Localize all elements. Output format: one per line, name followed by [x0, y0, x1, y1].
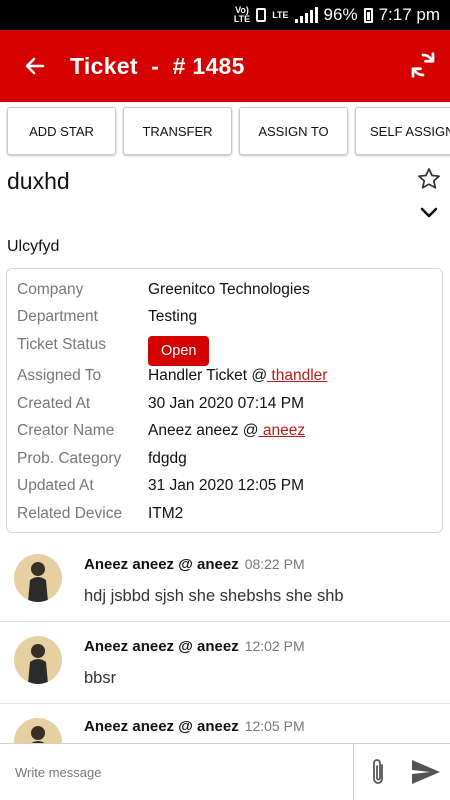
message-time: 12:02 PM	[244, 638, 305, 654]
assigned-handle-link[interactable]: thandler	[267, 367, 327, 384]
page-title: Ticket - # 1485	[70, 52, 245, 79]
detail-label: Assigned To	[17, 367, 102, 384]
message-input[interactable]: Write message	[0, 744, 354, 800]
add-star-button[interactable]: ADD STAR	[7, 107, 116, 155]
detail-label: Prob. Category	[17, 450, 122, 467]
battery-icon	[363, 7, 373, 23]
assigned-name: Handler Ticket @	[148, 367, 268, 384]
signal-icon	[294, 7, 318, 23]
avatar	[14, 554, 62, 602]
detail-row-creator: Creator Name Aneez aneez @ aneez	[17, 422, 437, 440]
paperclip-icon[interactable]	[366, 756, 390, 788]
chevron-down-icon[interactable]	[419, 206, 439, 220]
company-value: Greenitco Technologies	[148, 281, 310, 298]
star-outline-icon[interactable]	[416, 166, 442, 192]
category-value: fdgdg	[148, 450, 187, 467]
arrow-left-icon	[25, 57, 45, 75]
ticket-description: Ulcyfyd	[7, 238, 60, 255]
lte-indicator: LTE	[272, 9, 289, 20]
assign-to-button[interactable]: ASSIGN TO	[239, 107, 348, 155]
detail-label: Updated At	[17, 477, 94, 494]
detail-row-department: Department Testing	[17, 308, 437, 326]
updated-at-value: 31 Jan 2020 12:05 PM	[148, 477, 304, 494]
detail-label: Department	[17, 308, 98, 325]
message-author: Aneez aneez @ aneez 08:22 PM	[84, 556, 305, 573]
status-bar: Vo) LTE LTE 96% 7:17 pm	[0, 0, 450, 30]
message-time: 12:05 PM	[244, 718, 305, 734]
detail-label: Company	[17, 281, 84, 298]
detail-row-device: Related Device ITM2	[17, 505, 437, 523]
detail-row-created-at: Created At 30 Jan 2020 07:14 PM	[17, 395, 437, 413]
ticket-details-card: Company Greenitco Technologies Departmen…	[6, 268, 443, 533]
message-item: Aneez aneez @ aneez 08:22 PM hdj jsbbd sj…	[0, 546, 450, 622]
volte-indicator: Vo) LTE	[233, 5, 251, 24]
message-text: hdj jsbbd sjsh she shebshs she shb	[84, 587, 344, 605]
back-button[interactable]	[0, 30, 70, 102]
ticket-subject: duxhd	[7, 168, 70, 194]
detail-label: Related Device	[17, 505, 123, 522]
detail-label: Creator Name	[17, 422, 115, 439]
battery-percent: 96%	[323, 5, 358, 24]
message-text: bbsr	[84, 669, 117, 687]
message-time: 08:22 PM	[244, 556, 305, 572]
message-author: Aneez aneez @ aneez 12:05 PM	[84, 718, 305, 735]
creator-handle-link[interactable]: aneez	[259, 422, 305, 439]
avatar	[14, 636, 62, 684]
detail-row-company: Company Greenitco Technologies	[17, 281, 437, 299]
clock: 7:17 pm	[378, 5, 440, 24]
detail-label: Created At	[17, 395, 91, 412]
created-at-value: 30 Jan 2020 07:14 PM	[148, 395, 304, 412]
self-assign-button[interactable]: SELF ASSIGN	[355, 107, 450, 155]
app-bar: Ticket - # 1485	[0, 30, 450, 102]
action-bar: ADD STAR TRANSFER ASSIGN TO SELF ASSIGN	[0, 105, 450, 159]
detail-row-category: Prob. Category fdgdg	[17, 450, 437, 468]
message-composer: Write message	[0, 743, 450, 800]
detail-row-updated-at: Updated At 31 Jan 2020 12:05 PM	[17, 477, 437, 495]
detail-row-assigned: Assigned To Handler Ticket @ thandler	[17, 367, 437, 385]
department-value: Testing	[148, 308, 198, 325]
device-link[interactable]: ITM2	[148, 505, 183, 523]
transfer-button[interactable]: TRANSFER	[123, 107, 232, 155]
message-author: Aneez aneez @ aneez 12:02 PM	[84, 638, 305, 655]
status-badge: Open	[148, 336, 210, 366]
divider	[0, 703, 450, 704]
creator-name: Aneez aneez @	[148, 422, 259, 439]
detail-label: Ticket Status	[17, 336, 107, 353]
refresh-icon[interactable]	[408, 50, 438, 80]
sim-icon	[256, 8, 267, 22]
divider	[0, 621, 450, 622]
message-item: Aneez aneez @ aneez 12:02 PM bbsr	[0, 628, 450, 704]
detail-row-status: Ticket Status Open	[17, 336, 437, 366]
send-icon[interactable]	[410, 758, 442, 786]
